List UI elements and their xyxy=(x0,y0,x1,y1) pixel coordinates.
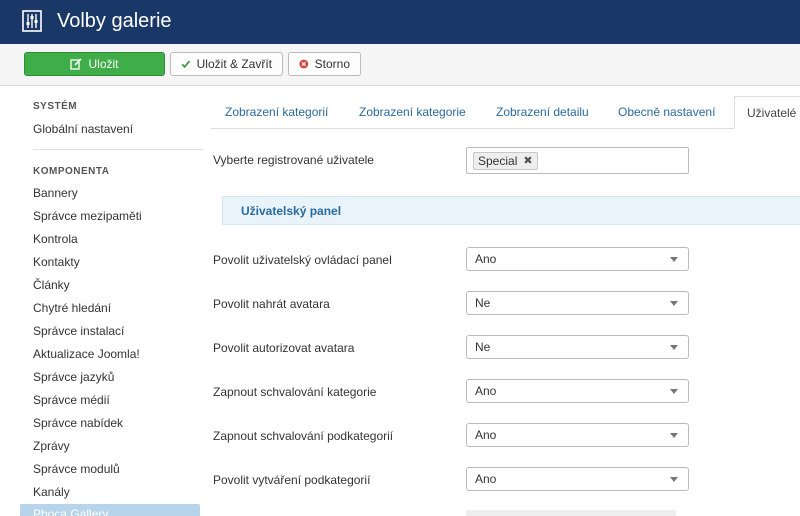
field-select[interactable]: Ano xyxy=(466,423,689,447)
save-button[interactable]: Uložit xyxy=(24,52,165,76)
sidebar-item[interactable]: Správce instalací xyxy=(33,324,124,338)
sidebar-item[interactable]: Bannery xyxy=(33,186,78,200)
sidebar-item[interactable]: Chytré hledání xyxy=(33,301,111,315)
chevron-down-icon xyxy=(670,477,678,482)
field-value: Ano xyxy=(475,252,497,266)
field-label: Zapnout schvalování kategorie xyxy=(213,385,377,399)
sidebar: SYSTÉM Globální nastavení KOMPONENTA Ban… xyxy=(20,86,203,516)
user-panel-title: Uživatelský panel xyxy=(241,204,342,218)
field-select[interactable]: Ano xyxy=(466,379,689,403)
field-value: Ne xyxy=(475,296,491,310)
chevron-down-icon xyxy=(670,389,678,394)
users-label: Vyberte registrované uživatele xyxy=(213,153,374,167)
field-select[interactable]: Ano xyxy=(466,467,689,491)
cancel-button[interactable]: Storno xyxy=(288,52,361,76)
save-close-button[interactable]: Uložit & Zavřít xyxy=(170,52,283,76)
sidebar-item[interactable]: Správce mezipaměti xyxy=(33,209,142,223)
sidebar-item[interactable]: Kontakty xyxy=(33,255,80,269)
tab-category-view[interactable]: Zobrazení kategorie xyxy=(359,96,466,129)
tab-bar: Zobrazení kategorií Zobrazení kategorie … xyxy=(211,96,800,129)
sidebar-item[interactable]: Správce nabídek xyxy=(33,416,123,430)
sidebar-item[interactable]: Aktualizace Joomla! xyxy=(33,347,140,361)
selected-user-chip: Special ✖ xyxy=(473,152,538,170)
chevron-down-icon xyxy=(670,257,678,262)
sidebar-item[interactable]: Články xyxy=(33,278,70,292)
chevron-down-icon xyxy=(670,345,678,350)
tab-detail-view[interactable]: Zobrazení detailu xyxy=(496,96,589,129)
field-value: Ano xyxy=(475,428,497,442)
sidebar-heading-system: SYSTÉM xyxy=(33,101,78,112)
next-field-partial xyxy=(466,510,676,516)
page-header: Volby galerie xyxy=(0,0,800,44)
check-icon xyxy=(181,60,191,69)
sidebar-item-active-label: Phoca Gallery xyxy=(33,507,109,516)
cancel-icon xyxy=(299,59,309,69)
field-label: Povolit uživatelský ovládací panel xyxy=(213,253,392,267)
users-select[interactable]: Special ✖ xyxy=(466,147,689,174)
field-select[interactable]: Ne xyxy=(466,291,689,315)
options-sliders-icon xyxy=(22,10,42,32)
field-select[interactable]: Ne xyxy=(466,335,689,359)
sidebar-item[interactable]: Zprávy xyxy=(33,439,70,453)
cancel-label: Storno xyxy=(314,57,350,71)
remove-icon[interactable]: ✖ xyxy=(523,153,532,169)
sidebar-item-active[interactable]: Phoca Gallery xyxy=(20,504,200,516)
save-close-label: Uložit & Zavřít xyxy=(196,57,272,71)
save-label: Uložit xyxy=(88,57,119,71)
sidebar-divider xyxy=(33,149,203,150)
edit-icon xyxy=(70,58,83,70)
page-title: Volby galerie xyxy=(57,10,172,32)
selected-user-label: Special xyxy=(478,154,518,168)
field-label: Povolit vytváření podkategorií xyxy=(213,473,371,487)
sidebar-item-global-settings[interactable]: Globální nastavení xyxy=(33,122,133,136)
sidebar-item[interactable]: Kontrola xyxy=(33,232,78,246)
tab-users[interactable]: Uživatelé xyxy=(734,96,800,129)
sidebar-item[interactable]: Správce jazyků xyxy=(33,370,114,384)
sidebar-item[interactable]: Správce médií xyxy=(33,393,110,407)
field-value: Ano xyxy=(475,384,497,398)
field-select[interactable]: Ano xyxy=(466,247,689,271)
tab-general-settings[interactable]: Obecně nastavení xyxy=(618,96,715,129)
field-label: Zapnout schvalování podkategorií xyxy=(213,429,394,443)
chevron-down-icon xyxy=(670,433,678,438)
sidebar-item[interactable]: Správce modulů xyxy=(33,462,120,476)
sidebar-item[interactable]: Kanály xyxy=(33,485,70,499)
field-value: Ne xyxy=(475,340,491,354)
field-label: Povolit autorizovat avatara xyxy=(213,341,355,355)
user-panel-header: Uživatelský panel xyxy=(222,196,800,225)
tab-categories-view[interactable]: Zobrazení kategorií xyxy=(225,96,328,129)
toolbar: Uložit Uložit & Zavřít Storno xyxy=(0,44,800,86)
field-label: Povolit nahrát avatara xyxy=(213,297,330,311)
chevron-down-icon xyxy=(670,301,678,306)
field-value: Ano xyxy=(475,472,497,486)
sidebar-heading-component: KOMPONENTA xyxy=(33,166,110,177)
